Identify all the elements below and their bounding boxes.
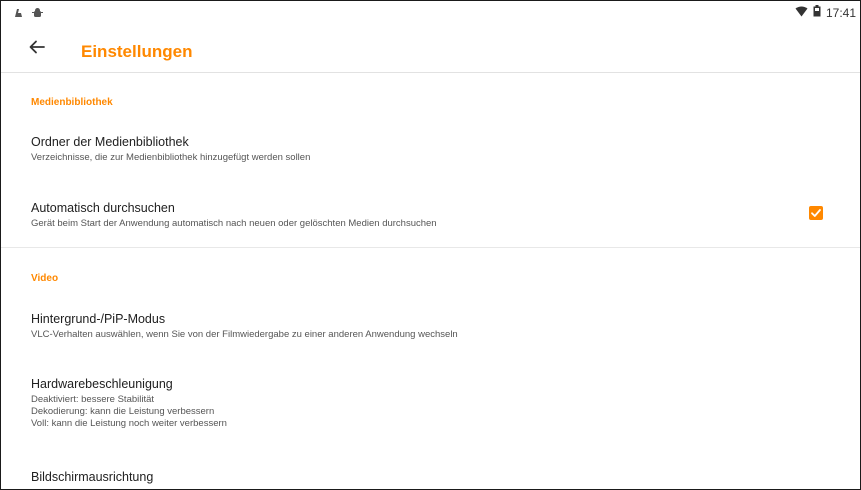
section-divider — [1, 247, 860, 248]
pref-summary: Gerät beim Start der Anwendung automatis… — [31, 218, 437, 229]
pref-background-pip[interactable]: Hintergrund-/PiP-Modus VLC-Verhalten aus… — [31, 312, 830, 341]
pref-summary: Voll: kann die Leistung noch weiter verb… — [31, 418, 227, 429]
pref-title: Hardwarebeschleunigung — [31, 377, 173, 391]
battery-icon — [813, 5, 821, 20]
status-bar-right: 17:41 — [795, 5, 856, 20]
android-debug-icon — [32, 5, 43, 23]
arrow-left-icon — [29, 40, 45, 54]
sd-card-icon — [13, 5, 24, 23]
pref-screen-orientation[interactable]: Bildschirmausrichtung — [31, 470, 830, 485]
back-button[interactable] — [25, 35, 49, 59]
pref-title: Automatisch durchsuchen — [31, 201, 175, 215]
pref-summary: Dekodierung: kann die Leistung verbesser… — [31, 406, 215, 417]
section-title-video: Video — [31, 273, 59, 284]
status-bar-left — [13, 5, 43, 23]
page-title: Einstellungen — [81, 42, 193, 61]
check-icon — [811, 209, 821, 217]
pref-summary: Verzeichnisse, die zur Medienbibliothek … — [31, 152, 311, 163]
pref-summary: Deaktiviert: bessere Stabilität — [31, 394, 155, 405]
pref-title: Hintergrund-/PiP-Modus — [31, 312, 166, 326]
pref-summary: VLC-Verhalten auswählen, wenn Sie von de… — [31, 329, 458, 340]
pref-hw-acceleration[interactable]: Hardwarebeschleunigung Deaktiviert: bess… — [31, 377, 830, 430]
pref-title: Bildschirmausrichtung — [31, 470, 154, 484]
pref-title: Ordner der Medienbibliothek — [31, 135, 189, 149]
section-title-library: Medienbibliothek — [31, 97, 113, 108]
wifi-icon — [795, 6, 808, 20]
status-time: 17:41 — [825, 5, 856, 20]
app-toolbar: Einstellungen — [1, 23, 860, 73]
pref-library-folders[interactable]: Ordner der Medienbibliothek Verzeichniss… — [31, 135, 830, 164]
status-bar: 17:41 — [1, 1, 860, 23]
auto-scan-checkbox[interactable] — [809, 206, 823, 220]
pref-auto-scan[interactable]: Automatisch durchsuchen Gerät beim Start… — [31, 201, 780, 230]
settings-screen: 17:41 Einstellungen Medienbibliothek Ord… — [0, 0, 861, 490]
